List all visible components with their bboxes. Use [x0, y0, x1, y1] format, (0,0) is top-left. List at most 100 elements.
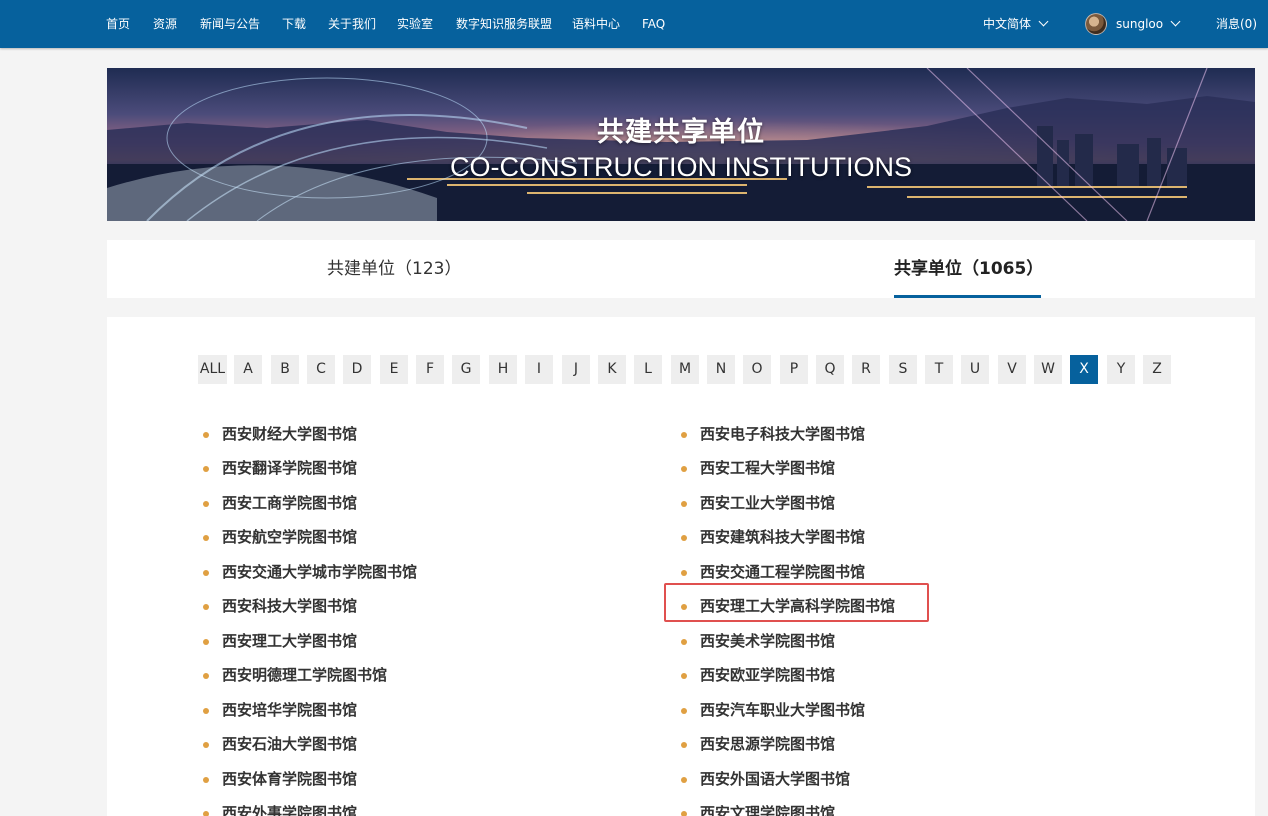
bullet-dot-icon — [203, 777, 209, 783]
institution-name: 西安明德理工学院图书馆 — [222, 666, 388, 684]
letter-filter-k[interactable]: K — [598, 355, 626, 384]
nav-item-resources[interactable]: 资源 — [153, 0, 177, 48]
letter-filter-l[interactable]: L — [634, 355, 662, 384]
bullet-dot-icon — [681, 777, 687, 783]
institution-name: 西安外事学院图书馆 — [222, 804, 358, 816]
banner-title-en: CO-CONSTRUCTION INSTITUTIONS — [450, 152, 912, 182]
letter-filter-y[interactable]: Y — [1107, 355, 1135, 384]
letter-filter-p[interactable]: P — [780, 355, 808, 384]
institution-name: 西安汽车职业大学图书馆 — [700, 701, 866, 719]
letter-filter-u[interactable]: U — [961, 355, 989, 384]
active-tab-underline — [894, 295, 1041, 298]
letter-filter-r[interactable]: R — [852, 355, 880, 384]
institution-name: 西安思源学院图书馆 — [700, 735, 836, 753]
letter-filter-c[interactable]: C — [307, 355, 335, 384]
institution-name: 西安交通工程学院图书馆 — [700, 563, 866, 581]
institutions-panel: ALL A B C D E F G H I J K L M N O P Q R S T U V W X Y Z 西安财经大学图书馆西… — [107, 317, 1255, 816]
institution-name: 西安石油大学图书馆 — [222, 735, 358, 753]
username-label: sungloo — [1116, 17, 1164, 31]
letter-filter-g[interactable]: G — [452, 355, 480, 384]
bullet-dot-icon — [681, 501, 687, 507]
bullet-dot-icon — [203, 570, 209, 576]
letter-filter-t[interactable]: T — [925, 355, 953, 384]
institution-name: 西安电子科技大学图书馆 — [700, 425, 866, 443]
institution-name: 西安欧亚学院图书馆 — [700, 666, 836, 684]
institution-name: 西安科技大学图书馆 — [222, 597, 358, 615]
bullet-dot-icon — [203, 535, 209, 541]
institution-name: 西安文理学院图书馆 — [700, 804, 836, 816]
chevron-down-icon — [1170, 16, 1181, 27]
tab-sharing[interactable]: 共享单位（1065） — [894, 240, 1043, 298]
nav-item-news[interactable]: 新闻与公告 — [200, 0, 260, 48]
letter-filter-v[interactable]: V — [998, 355, 1026, 384]
letter-filter-h[interactable]: H — [489, 355, 517, 384]
bullet-dot-icon — [681, 466, 687, 472]
letter-filter-o[interactable]: O — [743, 355, 771, 384]
banner-title-zh: 共建共享单位 — [597, 117, 765, 148]
avatar[interactable] — [1085, 13, 1107, 35]
letter-filter-j[interactable]: J — [562, 355, 590, 384]
nav-item-faq[interactable]: FAQ — [642, 0, 665, 48]
bullet-dot-icon — [203, 501, 209, 507]
letter-filter-all[interactable]: ALL — [198, 355, 227, 384]
letter-filter-n[interactable]: N — [707, 355, 735, 384]
bullet-dot-icon — [203, 742, 209, 748]
bullet-dot-icon — [203, 708, 209, 714]
institution-name: 西安财经大学图书馆 — [222, 425, 358, 443]
letter-filter-m[interactable]: M — [671, 355, 699, 384]
tab-bar: 共建单位（123） 共享单位（1065） — [107, 240, 1255, 298]
bullet-dot-icon — [203, 466, 209, 472]
letter-filter-x[interactable]: X — [1070, 355, 1098, 384]
bullet-dot-icon — [681, 432, 687, 438]
institution-name: 西安理工大学图书馆 — [222, 632, 358, 650]
nav-item-lab[interactable]: 实验室 — [397, 0, 433, 48]
institution-name: 西安翻译学院图书馆 — [222, 459, 358, 477]
institution-name: 西安工业大学图书馆 — [700, 494, 836, 512]
institution-name: 西安交通大学城市学院图书馆 — [222, 563, 418, 581]
letter-filter-b[interactable]: B — [271, 355, 299, 384]
institution-name: 西安体育学院图书馆 — [222, 770, 358, 788]
institution-name: 西安工程大学图书馆 — [700, 459, 836, 477]
language-label: 中文简体 — [983, 17, 1032, 31]
letter-filter-e[interactable]: E — [380, 355, 408, 384]
bullet-dot-icon — [203, 604, 209, 610]
nav-item-alliance[interactable]: 数字知识服务联盟 — [456, 0, 552, 48]
bullet-dot-icon — [681, 742, 687, 748]
nav-item-corpus[interactable]: 语料中心 — [572, 0, 620, 48]
letter-filter-d[interactable]: D — [343, 355, 371, 384]
banner: 共建共享单位 CO-CONSTRUCTION INSTITUTIONS — [107, 68, 1255, 221]
nav-item-download[interactable]: 下载 — [282, 0, 306, 48]
bullet-dot-icon — [203, 811, 209, 816]
letter-filter-w[interactable]: W — [1034, 355, 1062, 384]
tab-co-construction[interactable]: 共建单位（123） — [327, 240, 461, 298]
bullet-dot-icon — [681, 604, 687, 610]
letter-filter-f[interactable]: F — [416, 355, 444, 384]
bullet-dot-icon — [681, 639, 687, 645]
letter-filter-s[interactable]: S — [889, 355, 917, 384]
institution-name: 西安培华学院图书馆 — [222, 701, 358, 719]
nav-item-home[interactable]: 首页 — [106, 0, 130, 48]
bullet-dot-icon — [681, 535, 687, 541]
institution-name: 西安美术学院图书馆 — [700, 632, 836, 650]
bullet-dot-icon — [681, 708, 687, 714]
letter-filter-i[interactable]: I — [525, 355, 553, 384]
bullet-dot-icon — [203, 639, 209, 645]
institution-name: 西安建筑科技大学图书馆 — [700, 528, 866, 546]
user-menu[interactable]: sungloo — [1116, 0, 1181, 48]
nav-item-about[interactable]: 关于我们 — [328, 0, 376, 48]
institution-name: 西安工商学院图书馆 — [222, 494, 358, 512]
bullet-dot-icon — [203, 673, 209, 679]
letter-filter-z[interactable]: Z — [1143, 355, 1171, 384]
language-selector[interactable]: 中文简体 — [983, 0, 1049, 48]
chevron-down-icon — [1038, 16, 1049, 27]
letter-filter-q[interactable]: Q — [816, 355, 844, 384]
bullet-dot-icon — [681, 673, 687, 679]
bullet-dot-icon — [681, 570, 687, 576]
top-navigation-bar: 首页 资源 新闻与公告 下载 关于我们 实验室 数字知识服务联盟 语料中心 FA… — [0, 0, 1268, 48]
letter-filter-a[interactable]: A — [234, 355, 262, 384]
institution-name: 西安理工大学高科学院图书馆 — [700, 597, 896, 615]
messages-link[interactable]: 消息(0) — [1216, 0, 1257, 48]
bullet-dot-icon — [203, 432, 209, 438]
institution-name: 西安外国语大学图书馆 — [700, 770, 851, 788]
bullet-dot-icon — [681, 811, 687, 816]
